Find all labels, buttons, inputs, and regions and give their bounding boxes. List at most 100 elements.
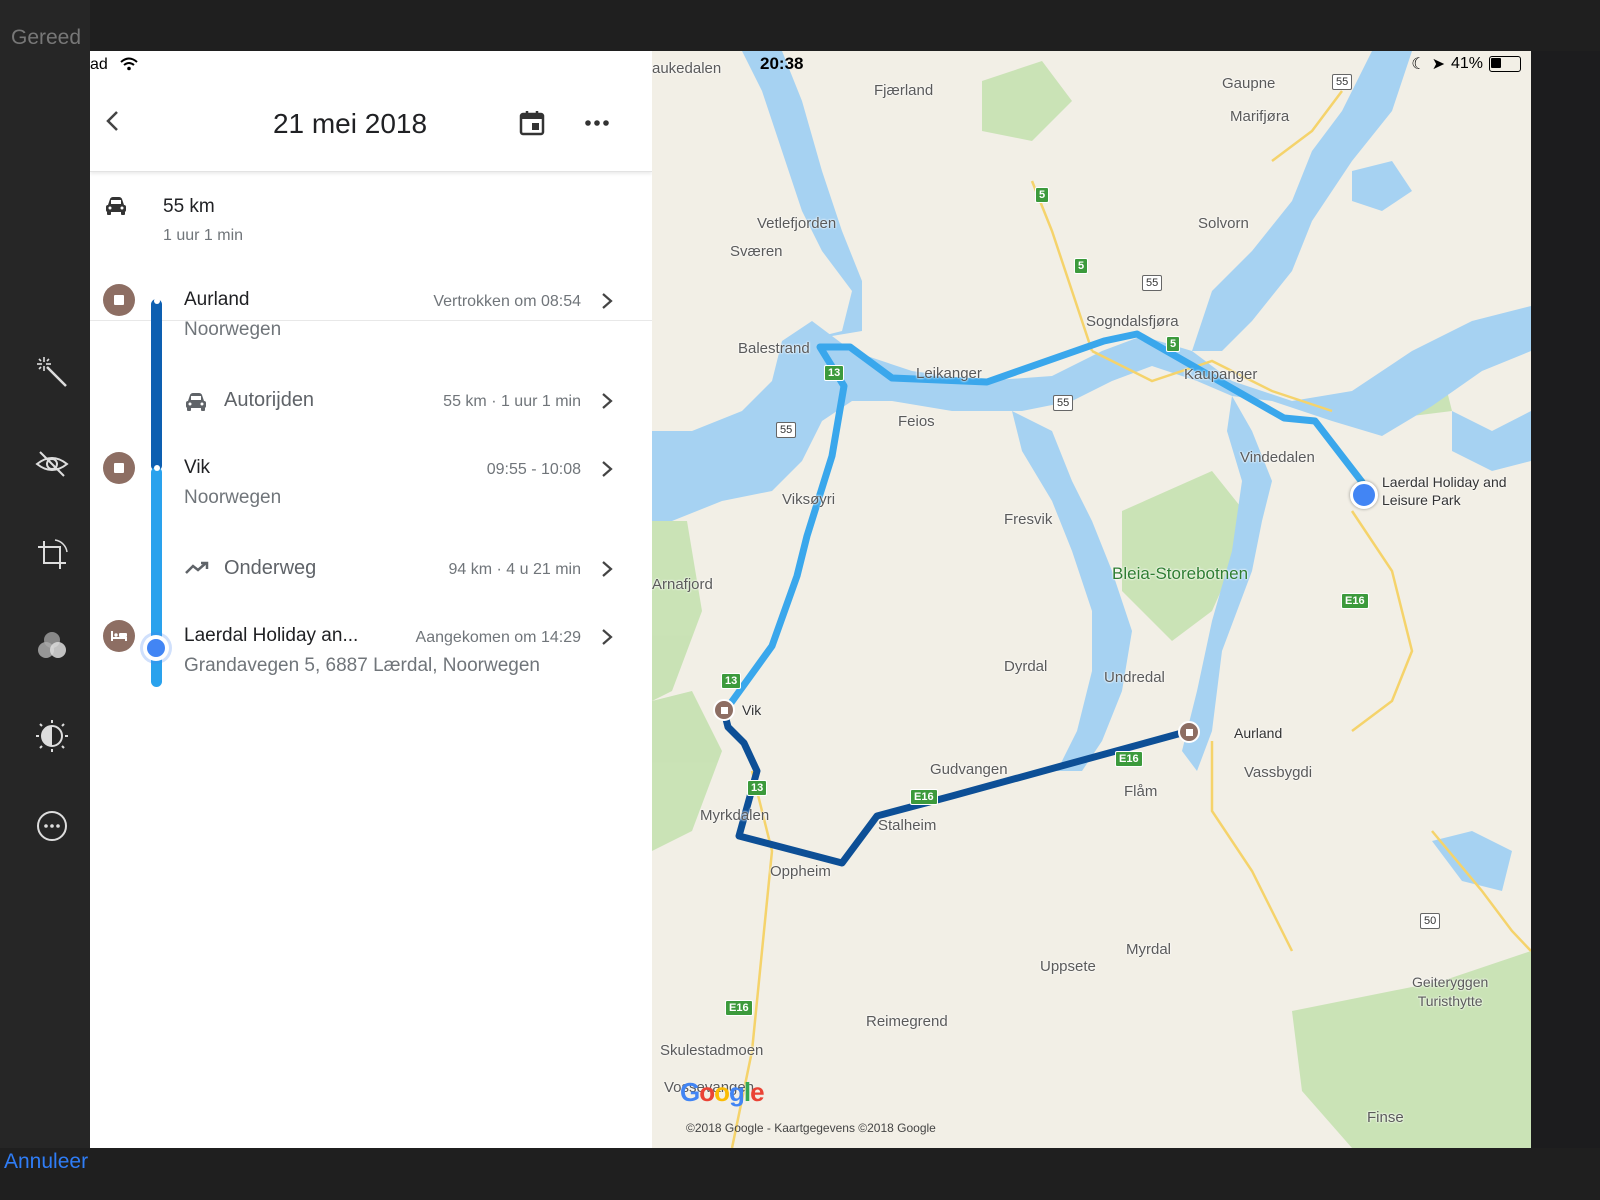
map-view[interactable]: 20:38 ☾ ➤ 41% aukedalen Fjærland Gaupne …: [652, 51, 1531, 1148]
road-shield: 55: [1142, 275, 1163, 291]
map-label: Leikanger: [916, 365, 982, 382]
bed-icon: [111, 631, 127, 641]
map-label: Balestrand: [738, 340, 810, 357]
stop-icon: [103, 284, 135, 316]
map-label: Skulestadmoen: [660, 1042, 764, 1059]
map-label: Feios: [898, 413, 935, 430]
app-screenshot: ad 21 mei 2018 55 km 1 uur 1 min Aurland…: [90, 51, 1531, 1148]
battery-icon: [1489, 56, 1521, 72]
map-label: Marifjøra: [1230, 108, 1290, 125]
editor-bottom-bar: Annuleer: [0, 1148, 1600, 1200]
road-shield: 5: [1166, 336, 1181, 352]
chevron-left-icon: [106, 111, 118, 131]
activity-detail: 55 km · 1 uur 1 min: [443, 393, 581, 410]
map-label: Flåm: [1124, 783, 1158, 800]
map-label: Vetlefjorden: [757, 215, 837, 232]
summary-duration: 1 uur 1 min: [163, 227, 244, 244]
google-logo: Google: [680, 1077, 765, 1107]
chevron-right-icon: [602, 293, 613, 309]
map-label: Fjærland: [874, 82, 934, 99]
map-label: Myrdal: [1126, 941, 1172, 958]
crop-icon[interactable]: [32, 535, 72, 575]
map-label: Reimegrend: [866, 1013, 948, 1030]
calendar-icon: [519, 111, 545, 136]
chevron-right-icon: [602, 393, 613, 409]
timeline-panel: ad 21 mei 2018 55 km 1 uur 1 min Aurland…: [90, 51, 653, 1148]
activity-label: Onderweg: [224, 557, 317, 579]
timeline-header: ad 21 mei 2018: [90, 51, 652, 172]
stop-country: Noorwegen: [184, 319, 282, 340]
map-label: Arnafjord: [652, 576, 713, 593]
destination-marker[interactable]: [1350, 481, 1378, 509]
summary-distance: 55 km: [163, 196, 215, 217]
stop-time: Aangekomen om 14:29: [415, 629, 581, 646]
forest-area: [982, 61, 1072, 141]
road-shield: 5: [1035, 187, 1050, 203]
status-time: 20:38: [760, 54, 804, 73]
back-button[interactable]: [102, 109, 126, 133]
road-shield: 13: [747, 780, 768, 796]
battery-fill: [1491, 58, 1502, 68]
lake-water: [1352, 161, 1412, 211]
editor-top-bar: [0, 0, 1600, 51]
stop-time: 09:55 - 10:08: [486, 461, 581, 478]
map-label: Vassbygdi: [1244, 764, 1313, 781]
editor-toolbar: Gereed: [0, 0, 90, 1200]
road-shield: 13: [824, 365, 845, 381]
more-options-button[interactable]: [584, 111, 610, 140]
map-label: Solvorn: [1198, 215, 1249, 232]
moon-icon: ☾: [1411, 56, 1426, 73]
road-shield: 50: [1420, 913, 1441, 929]
stop-marker-vik[interactable]: [713, 699, 735, 721]
map-label-vik: Vik: [742, 702, 762, 718]
map-label: Myrkdalen: [700, 807, 770, 824]
timeline-end-marker: [143, 635, 169, 661]
cancel-button[interactable]: Annuleer: [4, 1150, 88, 1174]
timeline-segment-driving: [151, 299, 162, 471]
status-carrier: ad: [90, 56, 108, 73]
magic-wand-icon[interactable]: [32, 352, 72, 392]
fjaerlandsfjord-water: [742, 51, 862, 341]
battery-percent: 41%: [1450, 55, 1483, 72]
status-right: ☾ ➤ 41%: [1411, 54, 1521, 74]
map-label: Sværen: [730, 243, 783, 260]
road-shield: 5: [1074, 258, 1089, 274]
forest-area: [652, 691, 722, 851]
route-driving: [720, 707, 1193, 867]
road-shield: 55: [1053, 395, 1074, 411]
map-label: Vindedalen: [1240, 449, 1315, 466]
stop-marker-aurland[interactable]: [1178, 721, 1200, 743]
timeline-node: [154, 298, 160, 304]
stop-icon: [103, 452, 135, 484]
map-label: Finse: [1367, 1109, 1404, 1126]
road-shield: 13: [721, 673, 742, 689]
adjust-icon[interactable]: [32, 716, 72, 756]
more-circle-icon[interactable]: [32, 806, 72, 846]
map-label: Stalheim: [878, 817, 937, 834]
map-label-aurland: Aurland: [1234, 725, 1283, 741]
activity-detail: 94 km · 4 u 21 min: [448, 561, 582, 578]
map-label: Gudvangen: [930, 761, 1008, 778]
road-shield: 55: [1332, 74, 1353, 90]
car-icon: [106, 197, 126, 215]
filters-icon[interactable]: [32, 626, 72, 666]
map-label: Sogndalsfjøra: [1086, 313, 1179, 330]
aurlandsfjord-water: [1012, 411, 1132, 771]
road-shield: E16: [1341, 593, 1369, 609]
chevron-right-icon: [602, 561, 613, 577]
map-label: Dyrdal: [1004, 658, 1048, 675]
more-horizontal-icon: [585, 120, 609, 126]
activity-label: Autorijden: [224, 389, 315, 411]
page-title: 21 mei 2018: [272, 108, 428, 139]
forest-area: [652, 521, 702, 701]
map-copyright: ©2018 Google - Kaartgegevens ©2018 Googl…: [686, 1121, 936, 1135]
eye-off-icon[interactable]: [32, 444, 72, 484]
stop-address: Grandavegen 5, 6887 Lærdal, Noorwegen: [184, 655, 540, 676]
map-label: aukedalen: [652, 60, 722, 77]
done-button[interactable]: Gereed: [11, 26, 81, 50]
map-label: Gaupne: [1222, 75, 1276, 92]
trending-icon: [185, 561, 209, 574]
stop-name: Laerdal Holiday an...: [184, 625, 359, 646]
timeline-node: [154, 465, 160, 471]
calendar-button[interactable]: [518, 109, 546, 142]
